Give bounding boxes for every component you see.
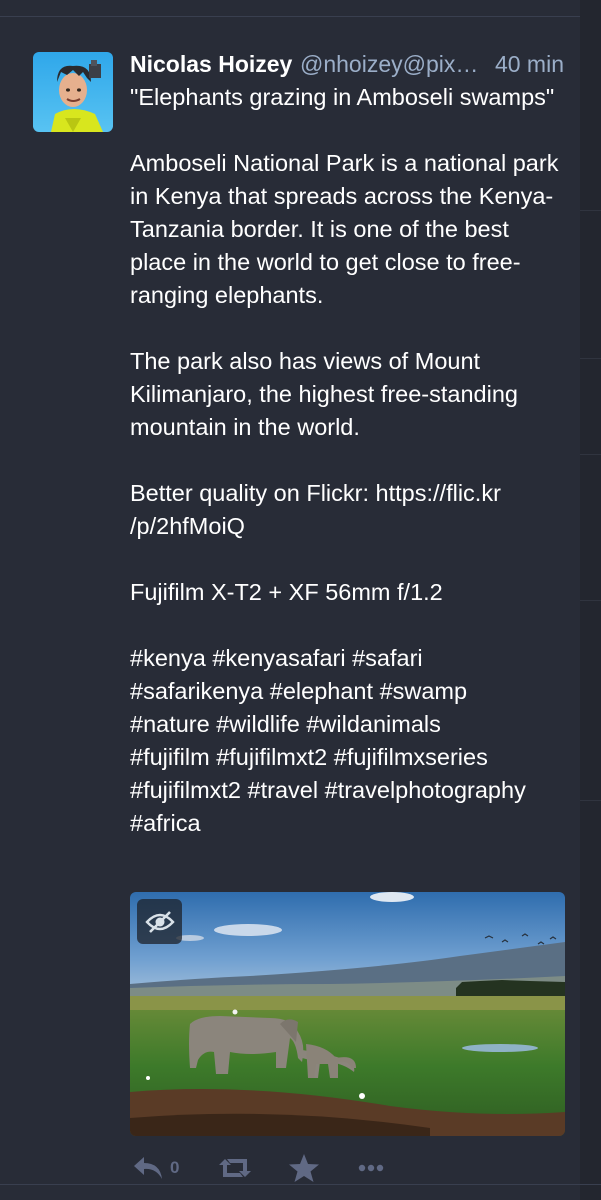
- media-attachment[interactable]: [130, 892, 565, 1136]
- hashtag-link[interactable]: #swamp: [380, 678, 468, 704]
- relative-time[interactable]: 40 min: [495, 47, 564, 81]
- hashtag-link[interactable]: #fujifilm: [130, 744, 210, 770]
- hashtag-link[interactable]: #travelphotography: [325, 777, 526, 803]
- status-paragraph: The park also has views of Mount Kiliman…: [130, 348, 518, 440]
- status-paragraph: Amboseli National Park is a national par…: [130, 150, 559, 308]
- more-button[interactable]: [358, 1148, 384, 1188]
- bottom-divider: [0, 1184, 601, 1185]
- flickr-prefix: Better quality on Flickr:: [130, 480, 376, 506]
- status-header: Nicolas Hoizey @nhoizey@pixel... 40 min: [130, 47, 570, 81]
- eye-slash-icon: [144, 910, 175, 933]
- boost-button[interactable]: [218, 1148, 252, 1188]
- elephant-photo[interactable]: [130, 892, 565, 1136]
- ellipsis-icon: [358, 1164, 384, 1172]
- flickr-link-part: https://flic.kr: [375, 480, 501, 506]
- hashtags-paragraph: #kenya #kenyasafari #safari #safarikenya …: [130, 642, 570, 840]
- status[interactable]: Nicolas Hoizey @nhoizey@pixel... 40 min …: [0, 17, 580, 1184]
- star-icon: [289, 1154, 319, 1182]
- hashtag-link[interactable]: #safarikenya: [130, 678, 263, 704]
- boost-icon: [219, 1159, 251, 1177]
- hide-media-button[interactable]: [137, 899, 182, 944]
- hashtag-link[interactable]: #nature: [130, 711, 210, 737]
- camera-paragraph: Fujifilm X-T2 + XF 56mm f/1.2: [130, 579, 443, 605]
- hashtag-link[interactable]: #wildanimals: [306, 711, 441, 737]
- hashtag-link[interactable]: #elephant: [270, 678, 373, 704]
- reply-icon: [134, 1157, 162, 1179]
- hashtag-link[interactable]: #safari: [352, 645, 423, 671]
- flickr-link-part: /p/2hfMoiQ: [130, 513, 245, 539]
- status-paragraph: "Elephants grazing in Amboseli swamps": [130, 84, 555, 110]
- hashtag-link[interactable]: #fujifilmxseries: [334, 744, 488, 770]
- hashtag-link[interactable]: #wildlife: [216, 711, 300, 737]
- hashtag-link[interactable]: #kenyasafari: [212, 645, 345, 671]
- account-handle[interactable]: @nhoizey@pixel...: [300, 47, 485, 81]
- action-bar: 0: [130, 1148, 570, 1188]
- adjacent-column-edge: [580, 0, 601, 1200]
- hashtag-link[interactable]: #kenya: [130, 645, 206, 671]
- avatar[interactable]: [33, 52, 113, 132]
- favourite-button[interactable]: [288, 1148, 320, 1188]
- hashtag-link[interactable]: #africa: [130, 810, 201, 836]
- hashtag-link[interactable]: #fujifilmxt2: [216, 744, 327, 770]
- display-name[interactable]: Nicolas Hoizey: [130, 47, 292, 81]
- status-content: "Elephants grazing in Amboseli swamps" A…: [130, 81, 570, 840]
- reply-button[interactable]: 0: [132, 1148, 179, 1188]
- flickr-paragraph: Better quality on Flickr: https://flic.k…: [130, 477, 570, 543]
- hashtag-link[interactable]: #travel: [248, 777, 319, 803]
- hashtag-link[interactable]: #fujifilmxt2: [130, 777, 241, 803]
- reply-count: 0: [170, 1158, 180, 1177]
